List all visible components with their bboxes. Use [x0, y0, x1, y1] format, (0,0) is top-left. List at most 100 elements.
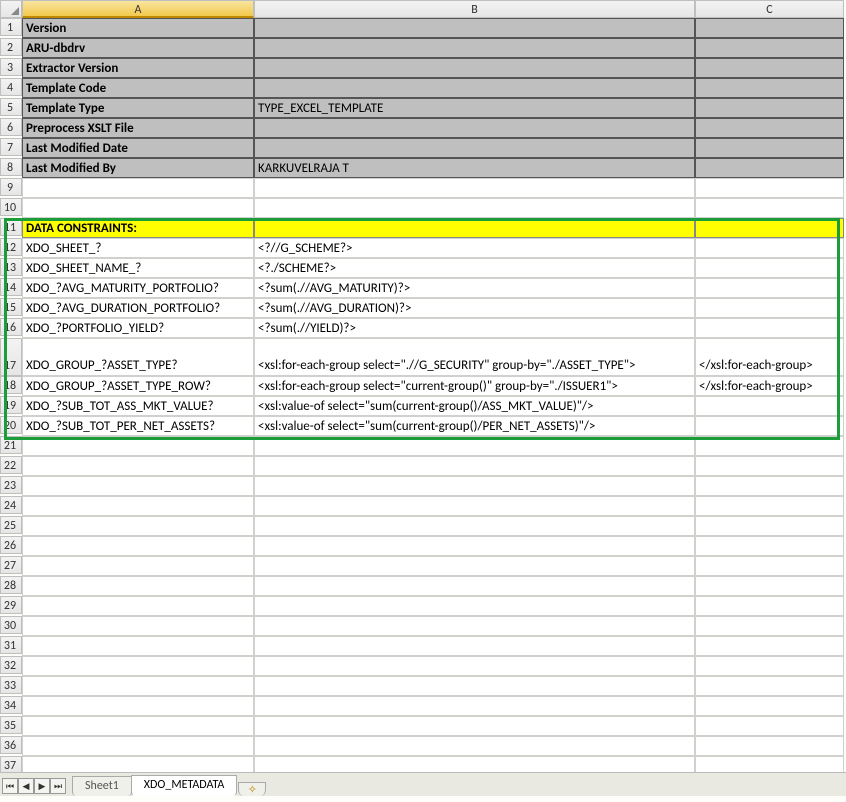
cell[interactable]: XDO_?SUB_TOT_ASS_MKT_VALUE? — [22, 396, 254, 416]
cell[interactable] — [22, 178, 254, 198]
cell[interactable]: Template Type — [22, 98, 254, 118]
row-header[interactable]: 28 — [0, 576, 22, 594]
row-header[interactable]: 16 — [0, 318, 22, 336]
cell[interactable] — [695, 278, 844, 298]
row-header[interactable]: 12 — [0, 238, 22, 256]
cell[interactable] — [695, 118, 844, 138]
cell[interactable] — [254, 118, 695, 138]
spreadsheet-grid[interactable]: A B C 1Version2ARU-dbdrv3Extractor Versi… — [0, 0, 846, 776]
cell[interactable]: <xsl:value-of select="sum(current-group(… — [254, 416, 695, 436]
cell[interactable] — [695, 18, 844, 38]
cell[interactable] — [22, 556, 254, 576]
cell[interactable] — [254, 38, 695, 58]
nav-prev-icon[interactable]: ◀ — [18, 778, 34, 794]
cell[interactable] — [22, 636, 254, 656]
cell[interactable] — [254, 218, 695, 238]
new-sheet-icon[interactable]: ✧ — [238, 782, 266, 796]
row-header[interactable]: 15 — [0, 298, 22, 316]
cell[interactable]: Preprocess XSLT File — [22, 118, 254, 138]
cell[interactable] — [695, 238, 844, 258]
row-header[interactable]: 1 — [0, 18, 22, 36]
cell[interactable] — [695, 158, 844, 178]
cell[interactable]: </xsl:for-each-group> — [695, 338, 844, 376]
cell[interactable] — [22, 496, 254, 516]
cell[interactable] — [254, 496, 695, 516]
cell[interactable] — [695, 656, 844, 676]
cell[interactable]: DATA CONSTRAINTS: — [22, 218, 254, 238]
cell[interactable] — [254, 676, 695, 696]
cell[interactable] — [22, 656, 254, 676]
cell[interactable]: Last Modified By — [22, 158, 254, 178]
cell[interactable] — [695, 258, 844, 278]
cell[interactable] — [254, 716, 695, 736]
cell[interactable] — [254, 78, 695, 98]
cell[interactable]: Extractor Version — [22, 58, 254, 78]
cell[interactable] — [254, 436, 695, 456]
cell[interactable]: <xsl:value-of select="sum(current-group(… — [254, 396, 695, 416]
cell[interactable] — [695, 556, 844, 576]
row-header[interactable]: 33 — [0, 676, 22, 694]
row-header[interactable]: 19 — [0, 396, 22, 414]
cell[interactable] — [22, 616, 254, 636]
cell[interactable] — [22, 436, 254, 456]
cell[interactable] — [695, 318, 844, 338]
cell[interactable] — [695, 696, 844, 716]
cell[interactable] — [695, 58, 844, 78]
cell[interactable] — [254, 456, 695, 476]
cell[interactable] — [254, 696, 695, 716]
cell[interactable] — [254, 516, 695, 536]
row-header[interactable]: 27 — [0, 556, 22, 574]
cell[interactable]: XDO_?PORTFOLIO_YIELD? — [22, 318, 254, 338]
cell[interactable]: XDO_?AVG_MATURITY_PORTFOLIO? — [22, 278, 254, 298]
cell[interactable] — [254, 536, 695, 556]
row-header[interactable]: 10 — [0, 198, 22, 216]
cell[interactable] — [254, 198, 695, 218]
cell[interactable] — [695, 178, 844, 198]
row-header[interactable]: 13 — [0, 258, 22, 276]
row-header[interactable]: 11 — [0, 218, 22, 236]
cell[interactable]: KARKUVELRAJA T — [254, 158, 695, 178]
row-header[interactable]: 17 — [0, 338, 22, 376]
cell[interactable]: XDO_?AVG_DURATION_PORTFOLIO? — [22, 298, 254, 318]
cell[interactable] — [695, 436, 844, 456]
row-header[interactable]: 23 — [0, 476, 22, 494]
cell[interactable] — [254, 656, 695, 676]
row-header[interactable]: 20 — [0, 416, 22, 434]
cell[interactable]: <?//G_SCHEME?> — [254, 238, 695, 258]
row-header[interactable]: 34 — [0, 696, 22, 714]
cell[interactable] — [254, 616, 695, 636]
cell[interactable]: XDO_GROUP_?ASSET_TYPE_ROW? — [22, 376, 254, 396]
cell[interactable] — [22, 596, 254, 616]
col-header-C[interactable]: C — [695, 0, 844, 18]
cell[interactable]: Last Modified Date — [22, 138, 254, 158]
cell[interactable]: XDO_SHEET_NAME_? — [22, 258, 254, 278]
row-header[interactable]: 14 — [0, 278, 22, 296]
nav-next-icon[interactable]: ▶ — [34, 778, 50, 794]
nav-first-icon[interactable]: ⏮ — [2, 778, 18, 794]
cell[interactable] — [254, 736, 695, 756]
col-header-B[interactable]: B — [254, 0, 695, 18]
col-header-A[interactable]: A — [22, 0, 254, 18]
cell[interactable] — [695, 716, 844, 736]
cell[interactable] — [22, 676, 254, 696]
cell[interactable] — [695, 516, 844, 536]
cell[interactable] — [22, 516, 254, 536]
cell[interactable] — [695, 456, 844, 476]
cell[interactable] — [254, 18, 695, 38]
cell[interactable] — [695, 98, 844, 118]
cell[interactable] — [695, 78, 844, 98]
row-header[interactable]: 25 — [0, 516, 22, 534]
cell[interactable]: </xsl:for-each-group> — [695, 376, 844, 396]
cell[interactable] — [22, 476, 254, 496]
row-header[interactable]: 9 — [0, 178, 22, 196]
cell[interactable] — [695, 396, 844, 416]
cell[interactable]: <xsl:for-each-group select=".//G_SECURIT… — [254, 338, 695, 376]
cell[interactable] — [254, 636, 695, 656]
cell[interactable] — [22, 576, 254, 596]
cell[interactable] — [254, 58, 695, 78]
cell[interactable]: <?sum(.//AVG_MATURITY)?> — [254, 278, 695, 298]
row-header[interactable]: 30 — [0, 616, 22, 634]
row-header[interactable]: 18 — [0, 376, 22, 394]
cell[interactable]: ARU-dbdrv — [22, 38, 254, 58]
cell[interactable] — [695, 138, 844, 158]
